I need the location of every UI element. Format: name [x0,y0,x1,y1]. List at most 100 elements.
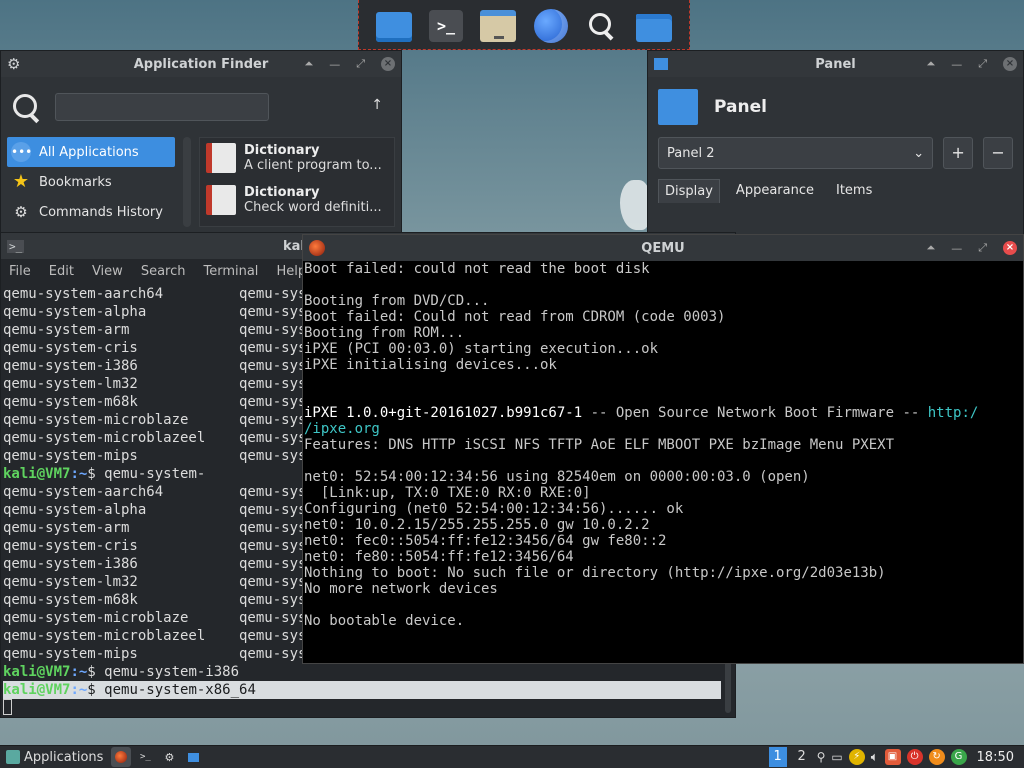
close-icon[interactable]: × [381,57,395,71]
qemu-console-line: net0: 10.0.2.15/255.255.255.0 gw 10.0.2.… [304,517,650,533]
arrow-up-icon[interactable]: ↑ [371,97,383,113]
menu-file[interactable]: File [9,264,31,279]
workspace-1[interactable]: 1 [768,747,787,767]
qemu-console-line: iPXE initialising devices...ok [304,357,557,373]
terminal-line: kali@VM7:~ $ qemu-system-i386 [3,664,240,680]
menu-edit[interactable]: Edit [49,264,74,279]
list-item[interactable]: Dictionary A client program to... [200,138,394,180]
gear-icon: ⚙ [164,750,175,764]
close-icon[interactable]: × [1003,241,1017,255]
star-icon: ★ [12,171,30,192]
shade-icon[interactable]: ⏶ [926,57,935,71]
qemu-console-line: Booting from ROM... [304,325,465,341]
qemu-console-line: iPXE (PCI 00:03.0) starting execution...… [304,341,659,357]
clock[interactable]: 18:50 [977,750,1014,765]
qemu-console-line [304,389,1023,405]
qemu-console-line: Configuring (net0 52:54:00:12:34:56)....… [304,501,684,517]
qemu-console-line: net0: 52:54:00:12:34:56 using 82540em on… [304,469,810,485]
menu-search[interactable]: Search [141,264,186,279]
bottom-taskbar: Applications >_ ⚙ 1 2 ⚲ ▭ ⚡ 🔈︎ ▣ ⏻ ↻ G 1… [0,745,1024,768]
panel-titlebar[interactable]: Panel ⏶ — ⤢ × [648,51,1023,77]
search-input[interactable] [55,93,269,121]
lock-icon[interactable]: ▣ [884,749,901,765]
category-list: ••• All Applications ★ Bookmarks ⚙ Comma… [7,137,175,227]
qemu-console-line: iPXE 1.0.0+git-20161027.b991c67-1 -- Ope… [304,405,979,421]
category-bookmarks[interactable]: ★ Bookmarks [7,167,175,197]
qemu-console-line [304,453,1023,469]
gear-icon[interactable]: ⚙ [7,55,20,73]
panel-select[interactable]: Panel 2 ⌄ [658,137,934,169]
category-commands-history[interactable]: ⚙ Commands History [7,197,175,227]
qemu-console-line: [Link:up, TX:0 TXE:0 RX:0 RXE:0] [304,485,591,501]
show-desktop-icon[interactable] [375,11,412,42]
shade-icon[interactable]: ⏶ [304,57,313,71]
search-launcher-icon[interactable] [585,9,619,43]
maximize-icon[interactable]: ⤢ [978,241,987,255]
terminal-icon: >_ [140,752,151,762]
task-qemu[interactable] [111,747,132,767]
top-dock: >_ [358,0,690,50]
menu-view[interactable]: View [92,264,123,279]
terminal-line-current: kali@VM7:~ $ qemu-system-x86_64 [3,681,721,699]
qemu-vm-display[interactable]: Boot failed: could not read the boot dis… [303,261,1023,663]
gear-icon: ⚙ [14,203,28,221]
qemu-console-line: No bootable device. [304,613,465,629]
qemu-console-line [304,373,1023,389]
search-icon [11,92,41,122]
category-all-applications[interactable]: ••• All Applications [7,137,175,167]
power-icon[interactable]: ⏻ [906,749,923,765]
list-item[interactable]: Dictionary Check word definiti... [200,180,394,222]
terminal-line [3,699,721,717]
menu-terminal[interactable]: Terminal [203,264,258,279]
tab-items[interactable]: Items [830,179,878,203]
minimize-icon[interactable]: — [329,58,340,71]
add-panel-button[interactable]: + [943,137,974,169]
qemu-console-line: Nothing to boot: No such file or directo… [304,565,886,581]
qemu-icon [115,751,128,763]
application-finder-titlebar[interactable]: ⚙ Application Finder ⏶ — ⤢ × [1,51,401,77]
close-icon[interactable]: × [1003,57,1017,71]
workspace-2[interactable]: 2 [793,747,811,767]
text-cursor [3,699,12,715]
terminal-launcher-icon[interactable]: >_ [428,10,463,42]
qemu-console-line: No more network devices [304,581,498,597]
dictionary-icon [206,143,236,173]
qemu-console-line [304,277,1023,293]
applications-menu-button[interactable]: Applications [0,746,109,768]
file-manager-icon[interactable] [480,10,517,42]
home-folder-icon[interactable] [636,13,673,42]
qemu-icon [309,240,325,256]
updates-icon[interactable]: ↻ [928,749,945,765]
task-panel[interactable] [183,747,203,767]
panel-icon [658,89,698,125]
terminal-icon: >_ [7,239,25,253]
qemu-console-line: Boot failed: Could not read from CDROM (… [304,309,726,325]
applications-menu-icon [6,750,20,764]
chevron-down-icon: ⌄ [913,145,925,161]
window-title: QEMU [641,240,685,256]
minimize-icon[interactable]: — [951,58,962,71]
qemu-titlebar[interactable]: QEMU ⏶ — ⤢ × [303,235,1023,261]
volume-icon[interactable]: 🔈︎ [871,750,879,765]
tab-appearance[interactable]: Appearance [730,179,820,203]
panel-heading: Panel [714,97,767,117]
panel-preferences-window: Panel ⏶ — ⤢ × Panel Panel 2 ⌄ + − Displa… [647,50,1024,240]
maximize-icon[interactable]: ⤢ [978,57,987,71]
task-app-finder[interactable]: ⚙ [159,747,179,767]
shade-icon[interactable]: ⏶ [926,241,935,255]
application-finder-window: ⚙ Application Finder ⏶ — ⤢ × ↑ ••• All A… [0,50,402,240]
qemu-console-line: Features: DNS HTTP iSCSI NFS TFTP AoE EL… [304,437,895,453]
display-icon[interactable]: ▭ [831,750,842,764]
power-manager-icon[interactable]: ⚡ [848,749,865,765]
tab-display[interactable]: Display [658,179,720,203]
minimize-icon[interactable]: — [951,242,962,255]
panel-app-icon [654,58,668,70]
paperclip-icon[interactable]: ⚲ [817,750,826,764]
remove-panel-button[interactable]: − [983,137,1013,169]
panel-app-icon [187,752,199,762]
maximize-icon[interactable]: ⤢ [356,57,365,71]
web-browser-icon[interactable] [533,8,568,43]
task-terminal[interactable]: >_ [135,747,155,767]
network-icon[interactable]: G [950,749,967,765]
category-scrollbar[interactable] [183,137,191,227]
